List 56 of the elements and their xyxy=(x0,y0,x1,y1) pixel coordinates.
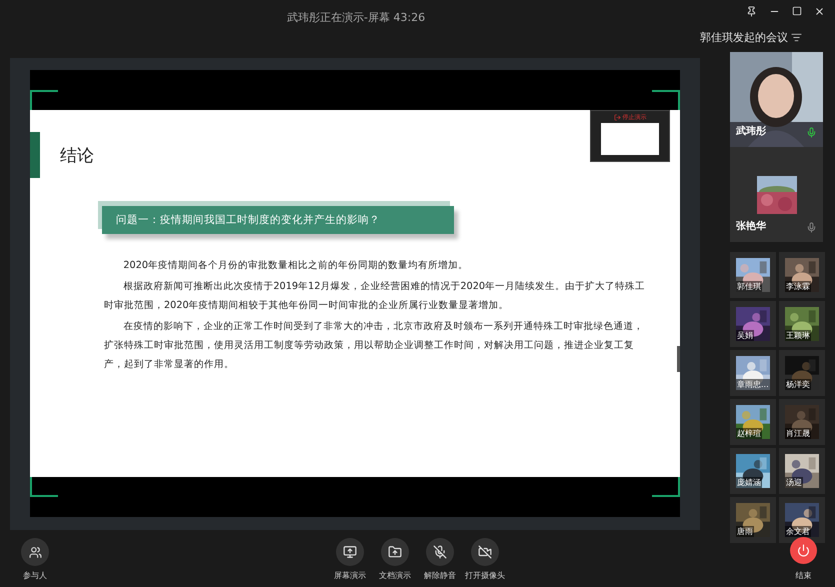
participant-tile[interactable]: 章雨忠... xyxy=(730,350,776,396)
video-tile[interactable]: 张艳华 xyxy=(730,147,823,242)
camera-off-icon xyxy=(478,545,492,559)
meeting-title: 郭佳琪发起的会议 xyxy=(700,30,788,44)
participant-name: 吴娟 xyxy=(736,330,754,341)
participant-name: 杨洋奕 xyxy=(785,379,811,390)
folder-icon xyxy=(388,545,402,559)
heading-accent-bar xyxy=(30,132,40,178)
slide-paragraph: 2020年疫情期间各个月份的审批数量相比之前的年份同期的数量均有所增加。 xyxy=(122,259,470,273)
participant-tile[interactable]: 庞婧涵 xyxy=(730,448,776,494)
participant-name: 余文君 xyxy=(785,526,811,537)
toolbar-button[interactable]: 打开摄像头 xyxy=(463,538,507,581)
participant-tile[interactable]: 郭佳琪 xyxy=(730,252,776,298)
participant-name: 李泳霖 xyxy=(785,281,811,292)
participant-name: 唐雨 xyxy=(736,526,754,537)
pin-icon[interactable] xyxy=(746,6,757,16)
participant-name: 庞婧涵 xyxy=(736,477,762,488)
participant-tile[interactable]: 王颖琳 xyxy=(779,301,825,347)
close-icon[interactable] xyxy=(814,6,825,16)
participant-tile[interactable]: 李泳霖 xyxy=(779,252,825,298)
participant-name: 郭佳琪 xyxy=(736,281,762,292)
participant-tile[interactable]: 肖江晟 xyxy=(779,399,825,445)
video-tile[interactable]: 武玮彤 xyxy=(730,52,823,147)
slide-thumbnail xyxy=(601,123,659,155)
exit-icon xyxy=(614,114,620,120)
screen-share-icon xyxy=(343,545,357,559)
toolbar-button[interactable]: 屏幕演示 xyxy=(328,538,372,581)
participant-name: 张艳华 xyxy=(736,220,766,233)
participant-tile[interactable]: 汤迎 xyxy=(779,448,825,494)
window-title: 武玮彤正在演示-屏幕 43:26 xyxy=(286,10,426,25)
slide-heading: 结论 xyxy=(60,144,94,166)
slide-paragraph: 在疫情的影响下，企业的正常工作时间受到了非常大的冲击，北京市政府及时颁布一系列开通特殊工时审批绿色通道，扩张特殊工时审批范围，使用灵活用工制度等劳动政策，用以帮助企业调整工作时间，对解决用工问题，推进企业复工复产，起到了非常显著的作用。 xyxy=(104,320,644,372)
participant-name: 章雨忠... xyxy=(736,379,770,390)
participant-tile[interactable]: 余文君 xyxy=(779,497,825,543)
participant-name: 赵梓瑄 xyxy=(736,428,762,439)
maximize-icon[interactable] xyxy=(792,6,802,16)
slide-paragraph: 根据政府新闻可推断出此次疫情于2019年12月爆发，企业经营困难的情况于2020年一月陆续发生。由于扩大了特殊工时审批范围，2020年疫情期间相较于其他年份同一时间审批的企业所属行业数量显著增加。 xyxy=(104,280,646,313)
toolbar-button[interactable]: 文档演示 xyxy=(373,538,417,581)
end-label: 结束 xyxy=(796,570,812,581)
participant-tile[interactable]: 赵梓瑄 xyxy=(730,399,776,445)
participant-tile[interactable]: 吴娟 xyxy=(730,301,776,347)
participant-name: 汤迎 xyxy=(785,477,803,488)
participant-name: 武玮彤 xyxy=(736,124,766,138)
power-icon xyxy=(797,544,810,557)
participant-name: 王颖琳 xyxy=(785,330,811,341)
participant-tile[interactable]: 唐雨 xyxy=(730,497,776,543)
participant-name: 肖江晟 xyxy=(785,428,811,439)
participant-tile[interactable]: 杨洋奕 xyxy=(779,350,825,396)
list-icon[interactable] xyxy=(791,32,802,42)
toolbar-button[interactable]: 解除静音 xyxy=(418,538,462,581)
mic-off-icon xyxy=(433,545,447,559)
participants-button[interactable]: 参与人 xyxy=(13,538,57,581)
scroll-handle[interactable] xyxy=(677,346,680,372)
question-banner: 问题一：疫情期间我国工时制度的变化并产生的影响？ xyxy=(102,206,454,234)
end-meeting-button[interactable] xyxy=(790,537,817,564)
people-icon xyxy=(28,546,42,558)
